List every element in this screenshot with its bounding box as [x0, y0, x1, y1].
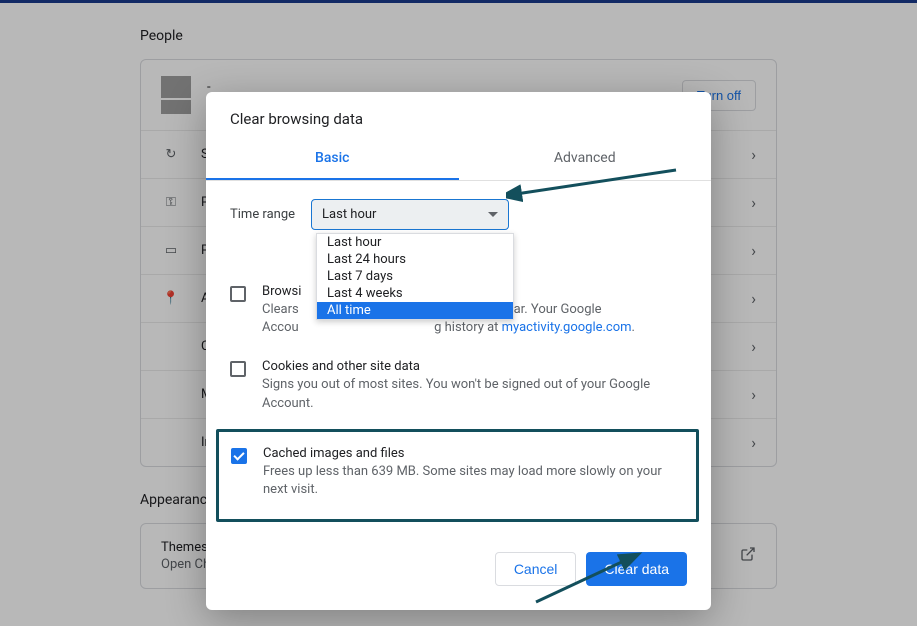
option-last-7-days[interactable]: Last 7 days [317, 268, 513, 285]
modal-overlay: Clear browsing data Basic Advanced Time … [0, 0, 917, 626]
cancel-button[interactable]: Cancel [495, 552, 577, 586]
cookies-title: Cookies and other site data [262, 359, 687, 374]
clear-browsing-dialog: Clear browsing data Basic Advanced Time … [206, 92, 711, 610]
option-last-hour[interactable]: Last hour [317, 234, 513, 251]
cached-highlight: Cached images and files Frees up less th… [216, 429, 699, 522]
checkbox-cached[interactable] [231, 448, 247, 464]
checkbox-cookies[interactable] [230, 361, 246, 377]
tab-basic[interactable]: Basic [206, 138, 459, 180]
cached-title: Cached images and files [263, 446, 684, 461]
time-range-dropdown: Last hour Last 24 hours Last 7 days Last… [316, 233, 514, 320]
time-range-value: Last hour [322, 207, 376, 222]
myactivity-link[interactable]: myactivity.google.com [502, 320, 632, 335]
dialog-title: Clear browsing data [206, 92, 711, 138]
chevron-down-icon [488, 212, 498, 217]
time-range-select[interactable]: Last hour [311, 199, 509, 230]
time-range-label: Time range [230, 207, 295, 222]
item-cached: Cached images and files Frees up less th… [231, 440, 684, 515]
checkbox-browsing-history[interactable] [230, 286, 246, 302]
dialog-tabs: Basic Advanced [206, 138, 711, 181]
cookies-desc: Signs you out of most sites. You won't b… [262, 376, 687, 412]
option-last-24-hours[interactable]: Last 24 hours [317, 251, 513, 268]
tab-advanced[interactable]: Advanced [459, 138, 712, 180]
item-cookies: Cookies and other site data Signs you ou… [230, 353, 687, 428]
cached-desc: Frees up less than 639 MB. Some sites ma… [263, 463, 684, 499]
clear-data-button[interactable]: Clear data [586, 552, 687, 586]
option-all-time[interactable]: All time [317, 302, 513, 319]
option-last-4-weeks[interactable]: Last 4 weeks [317, 285, 513, 302]
